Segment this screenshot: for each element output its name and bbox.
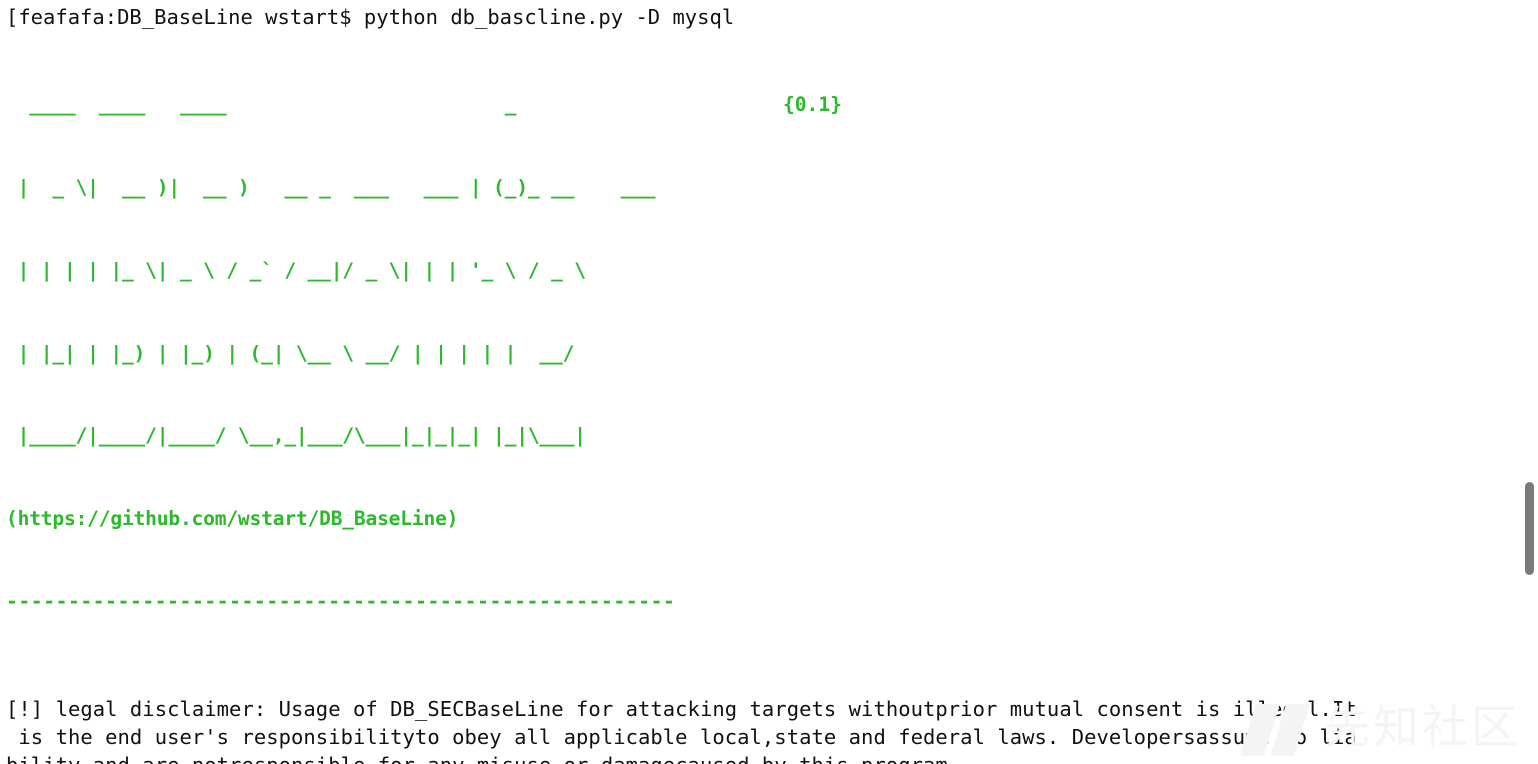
- banner-spacer: [6, 671, 1538, 695]
- shell-prompt-line: [feafafa:DB_BaseLine wstart$ python db_b…: [6, 5, 735, 29]
- disclaimer-line-3: bility and are notresponsible for any mi…: [6, 751, 1538, 764]
- banner-ascii-line: ____ ____ ____ _ {0.1}: [6, 93, 842, 117]
- banner-ascii-line: |____/|____/|____/ \__,_|___/\___|_|_|_|…: [6, 424, 586, 448]
- disclaimer-line-1: [!] legal disclaimer: Usage of DB_SECBas…: [6, 696, 1357, 721]
- banner-repo-url: (https://github.com/wstart/DB_BaseLine): [6, 507, 459, 531]
- ascii-art-banner: ____ ____ ____ _ {0.1} | _ \| __ )| __ )…: [6, 36, 1538, 671]
- banner-ascii-line: | _ \| __ )| __ ) __ _ ___ ___ | (_)_ __…: [6, 175, 656, 199]
- vertical-scrollbar[interactable]: [1523, 0, 1538, 764]
- banner-ascii-line: | |_| | |_) | |_) | (_| \__ \ __/ | | | …: [6, 341, 575, 365]
- disclaimer-line-2: is the end user's responsibilityto obey …: [6, 724, 1357, 749]
- scrollbar-thumb[interactable]: [1525, 482, 1534, 575]
- banner-divider-rule: ----------------------------------------…: [6, 589, 676, 613]
- legal-disclaimer: [!] legal disclaimer: Usage of DB_SECBas…: [6, 695, 1538, 764]
- banner-ascii-line: | | | | |_ \| _ \ / _` / __|/ _ \| | | '…: [6, 258, 586, 282]
- terminal-window[interactable]: [feafafa:DB_BaseLine wstart$ python db_b…: [0, 0, 1538, 764]
- version-tag: {0.1}: [782, 93, 842, 117]
